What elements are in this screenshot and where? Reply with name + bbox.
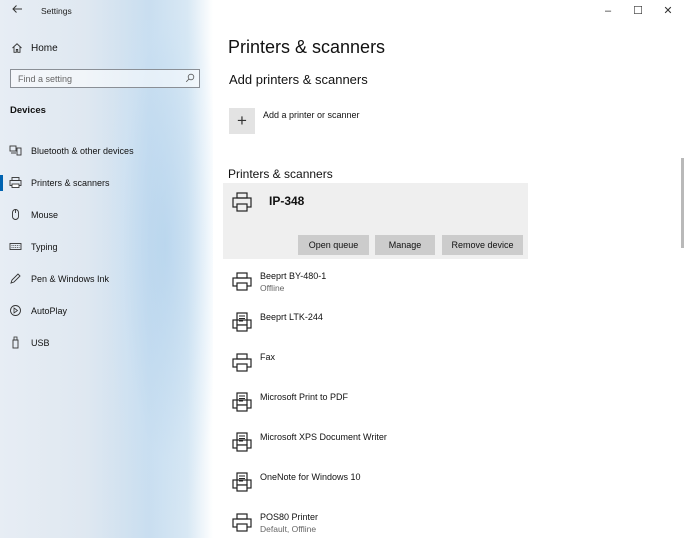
autoplay-icon [10, 305, 21, 316]
printer-icon [232, 513, 252, 532]
sidebar-item-label: Printers & scanners [31, 178, 110, 188]
home-label: Home [31, 43, 58, 54]
printer-item[interactable]: Microsoft Print to PDF [223, 389, 528, 423]
printer-item[interactable]: OneNote for Windows 10 [223, 469, 528, 503]
printer-name: Fax [260, 352, 276, 362]
printer-item[interactable]: Beeprt BY-480-1 Offline [223, 268, 528, 302]
sidebar-item-autoplay[interactable]: AutoPlay [0, 300, 213, 322]
search-input[interactable] [11, 70, 183, 87]
sidebar-item-typing[interactable]: Typing [0, 236, 213, 258]
printer-icon [232, 192, 252, 212]
document-printer-icon [232, 432, 252, 452]
printer-name: POS80 Printer [260, 512, 319, 522]
plus-icon: + [237, 111, 247, 130]
sidebar-item-bluetooth[interactable]: Bluetooth & other devices [0, 140, 213, 162]
main-content: Printers & scanners Add printers & scann… [213, 0, 686, 538]
printer-icon [9, 177, 22, 188]
add-section-title: Add printers & scanners [229, 72, 368, 87]
back-button[interactable] [9, 3, 25, 19]
keyboard-icon [9, 243, 22, 250]
sidebar-item-label: Mouse [31, 210, 59, 220]
search-icon[interactable] [185, 73, 195, 83]
sidebar-item-label: USB [31, 338, 50, 348]
settings-window: Settings Home Devices Bluetooth & other … [0, 0, 686, 538]
back-arrow-icon [12, 5, 22, 13]
add-printer-label[interactable]: Add a printer or scanner [263, 110, 360, 120]
bluetooth-devices-icon [9, 145, 22, 156]
page-title: Printers & scanners [228, 37, 386, 57]
document-printer-icon [232, 312, 252, 332]
scrollbar[interactable] [681, 80, 684, 520]
sidebar-item-label: Bluetooth & other devices [31, 146, 134, 156]
section-title-devices: Devices [10, 105, 46, 116]
printer-name: Microsoft XPS Document Writer [260, 432, 387, 442]
sidebar-item-printers[interactable]: Printers & scanners [0, 172, 213, 194]
remove-device-button[interactable]: Remove device [442, 235, 523, 255]
sidebar-item-label: AutoPlay [31, 306, 68, 316]
titlebar-left: Settings [0, 0, 213, 24]
mouse-icon [12, 209, 19, 220]
sidebar-item-pen[interactable]: Pen & Windows Ink [0, 268, 213, 290]
printer-item-selected[interactable]: IP-348 Open queue Manage Remove device [223, 183, 528, 259]
sidebar-item-usb[interactable]: USB [0, 332, 213, 354]
printer-item[interactable]: Microsoft XPS Document Writer [223, 429, 528, 463]
printer-status: Default, Offline [260, 524, 317, 534]
sidebar-item-home[interactable]: Home [0, 38, 213, 60]
sidebar-item-label: Typing [31, 242, 58, 252]
search-field[interactable] [10, 69, 200, 88]
printer-name: OneNote for Windows 10 [260, 472, 361, 482]
document-printer-icon [232, 472, 252, 492]
printer-list-title: Printers & scanners [228, 167, 333, 181]
printer-item[interactable]: Beeprt LTK-244 [223, 309, 528, 343]
app-title: Settings [41, 6, 72, 16]
sidebar: Settings Home Devices Bluetooth & other … [0, 0, 213, 538]
printer-icon [232, 353, 252, 372]
printer-status: Offline [260, 283, 285, 293]
scrollbar-thumb[interactable] [681, 158, 684, 248]
manage-button[interactable]: Manage [375, 235, 435, 255]
home-icon [12, 43, 22, 53]
sidebar-item-mouse[interactable]: Mouse [0, 204, 213, 226]
printer-name: IP-348 [269, 194, 305, 208]
sidebar-item-label: Pen & Windows Ink [31, 274, 110, 284]
printer-name: Beeprt LTK-244 [260, 312, 323, 322]
pen-icon [10, 273, 21, 284]
printer-icon [232, 272, 252, 291]
document-printer-icon [232, 392, 252, 412]
printer-name: Microsoft Print to PDF [260, 392, 349, 402]
printer-item[interactable]: Fax [223, 349, 528, 383]
add-printer-button[interactable]: + [229, 108, 255, 134]
usb-icon [12, 336, 19, 349]
open-queue-button[interactable]: Open queue [298, 235, 369, 255]
printer-name: Beeprt BY-480-1 [260, 271, 327, 281]
